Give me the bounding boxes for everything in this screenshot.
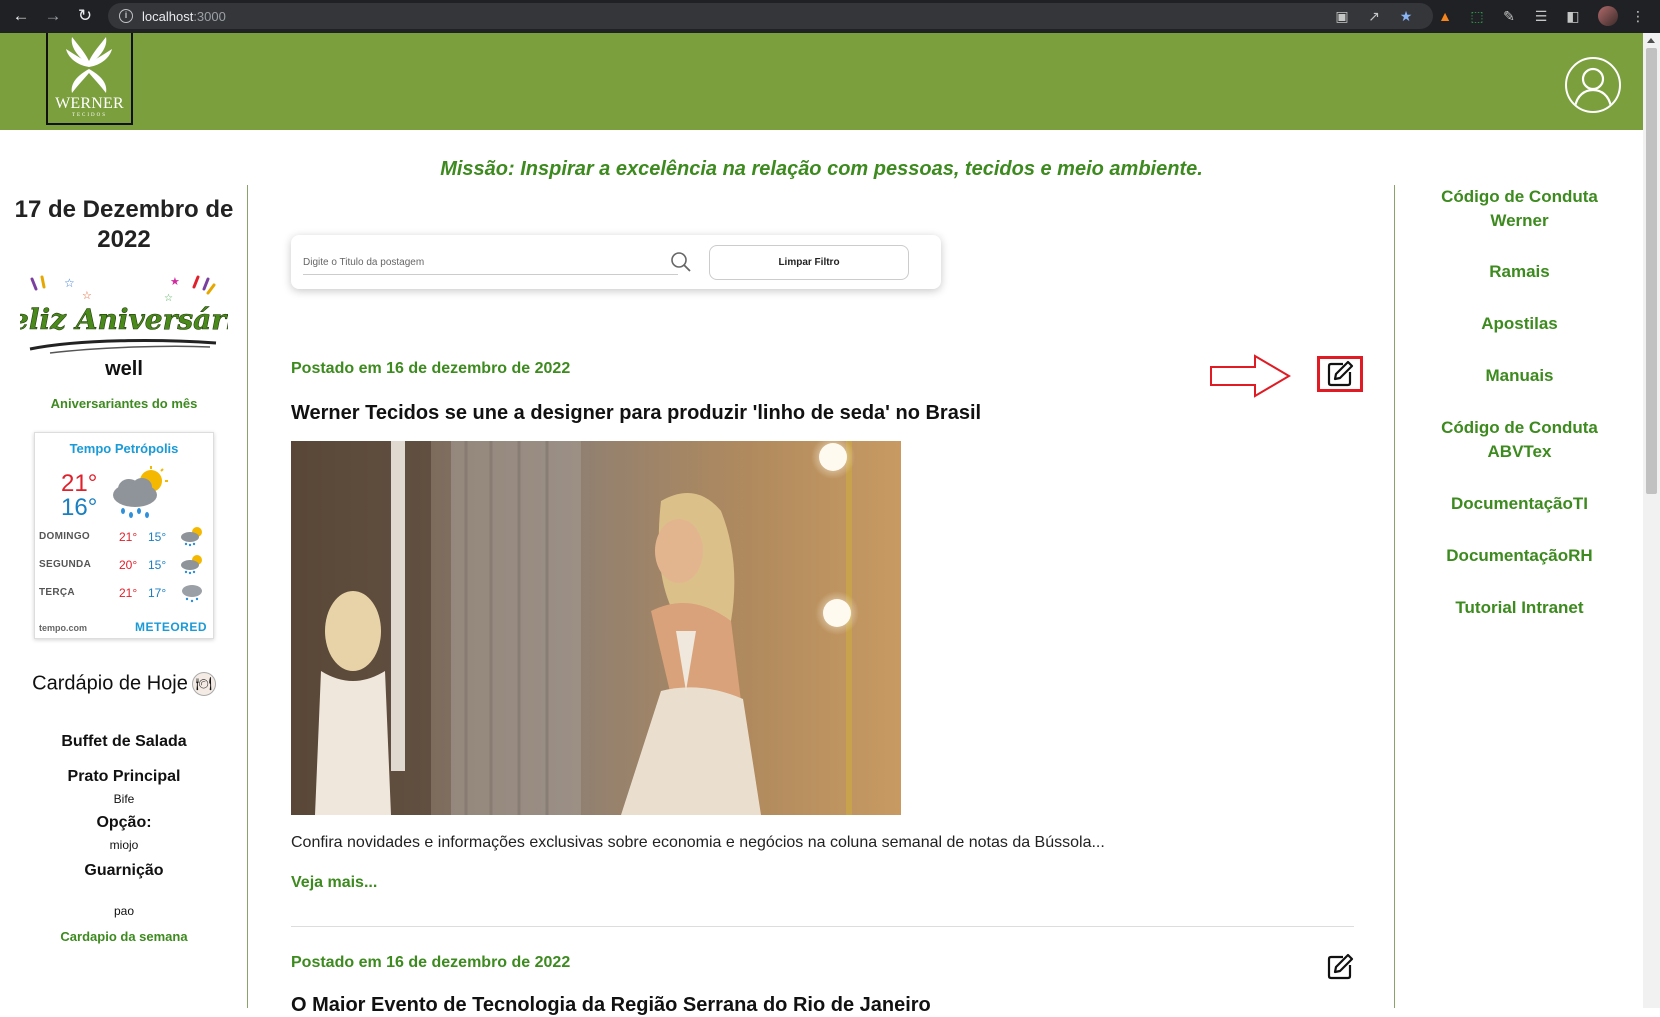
annotation-arrow-icon [1210, 354, 1291, 398]
url-text: localhost:3000 [142, 8, 226, 24]
weather-source[interactable]: tempo.com [39, 623, 87, 633]
menu-side-value: pao [113, 904, 135, 918]
left-sidebar: 17 de Dezembro de 2022 ☆ ☆ ★ ☆ Feliz Ani… [0, 185, 256, 1008]
menu-title-text: Cardápio de Hoje [32, 672, 188, 695]
post-summary: Confira novidades e informações exclusiv… [291, 834, 1105, 851]
food-plate-icon: 🍽 [191, 672, 216, 696]
forecast-high: 21° [119, 586, 138, 600]
forecast-high: 20° [119, 558, 138, 572]
search-icon[interactable] [670, 251, 692, 273]
scrollbar-thumb[interactable] [1646, 48, 1657, 494]
feliz-aniversario-image: ☆ ☆ ★ ☆ Feliz Aniversário [0, 269, 256, 359]
post-divider [291, 926, 1354, 927]
logo-text: WERNER [55, 95, 124, 112]
link-ramais[interactable]: Ramais [1395, 260, 1644, 284]
meteored-logo[interactable]: METEORED [135, 620, 207, 634]
media-queue-icon[interactable]: ☰ [1533, 8, 1549, 24]
search-panel: Limpar Filtro [291, 235, 941, 289]
link-documentacao-ti[interactable]: DocumentaçãoTI [1395, 492, 1644, 516]
forecast-low: 17° [148, 586, 167, 600]
date-line-2: 2022 [97, 226, 151, 253]
site-header: WERNER TECIDOS [0, 33, 1643, 130]
edit-post-icon[interactable] [1326, 360, 1354, 388]
forecast-day: SEGUNDA [39, 559, 92, 570]
metamask-icon[interactable]: ▲ [1437, 8, 1453, 24]
menu-option-value: miojo [109, 838, 139, 852]
cloudy-rain-icon [182, 585, 202, 603]
weekly-menu-link[interactable]: Cardapio da semana [0, 929, 248, 944]
reload-icon[interactable]: ↻ [76, 7, 94, 25]
forecast-day: TERÇA [39, 587, 75, 598]
forecast-low: 15° [148, 558, 167, 572]
link-codigo-conduta-abvtex[interactable]: Código de Conduta ABVTex [1395, 416, 1644, 464]
werner-logo[interactable]: WERNER TECIDOS [46, 33, 133, 125]
forecast-row: DOMINGO 21° 15° [39, 525, 211, 549]
extension-dotted-icon[interactable]: ⬚ [1469, 8, 1485, 24]
scroll-up-arrow-icon[interactable] [1647, 38, 1655, 43]
post-title[interactable]: O Maior Evento de Tecnologia da Região S… [291, 994, 931, 1017]
link-codigo-conduta-werner[interactable]: Código de Conduta Werner [1395, 185, 1644, 233]
page-scrollbar[interactable] [1643, 33, 1660, 1008]
translate-icon[interactable]: ▣ [1334, 8, 1350, 24]
date-line-1: 17 de Dezembro de [14, 196, 234, 223]
post-title-search-input[interactable] [303, 250, 678, 275]
bookmark-star-icon[interactable]: ★ [1398, 8, 1414, 24]
svg-text:☆: ☆ [82, 290, 92, 302]
birthdays-of-month-link[interactable]: Aniversariantes do mês [0, 396, 248, 411]
extensions-puzzle-icon[interactable]: ✎ [1501, 8, 1517, 24]
link-manuais[interactable]: Manuais [1395, 364, 1644, 388]
side-panel-icon[interactable]: ◧ [1565, 8, 1581, 24]
link-apostilas[interactable]: Apostilas [1395, 312, 1644, 336]
forecast-high: 21° [119, 530, 138, 544]
forecast-day: DOMINGO [39, 531, 90, 542]
post-title[interactable]: Werner Tecidos se une a designer para pr… [291, 402, 981, 425]
address-bar[interactable]: i localhost:3000 [108, 3, 1433, 29]
birthday-person-name: well [105, 358, 143, 380]
logo-subtext: TECIDOS [71, 113, 108, 118]
user-account-icon[interactable] [1565, 57, 1621, 113]
forecast-low: 15° [148, 530, 167, 544]
post-date: Postado em 16 de dezembro de 2022 [291, 360, 571, 377]
today-date: 17 de Dezembro de 2022 [0, 195, 248, 255]
back-icon[interactable]: ← [12, 7, 30, 25]
svg-text:☆: ☆ [64, 276, 75, 290]
edit-post-icon[interactable] [1326, 953, 1354, 981]
mission-statement: Missão: Inspirar a excelência na relação… [440, 158, 1203, 180]
weather-widget[interactable]: Tempo Petrópolis 21° 16° DOMINGO 21° 15°… [34, 432, 214, 639]
link-documentacao-rh[interactable]: DocumentaçãoRH [1395, 544, 1644, 568]
post-date: Postado em 16 de dezembro de 2022 [291, 954, 571, 971]
rain-sun-cloud-icon [113, 466, 168, 518]
weather-low-today: 16° [61, 494, 98, 521]
partly-cloudy-rain-icon [181, 555, 202, 575]
site-info-icon[interactable]: i [119, 9, 133, 23]
menu-main-value: Bife [113, 792, 135, 806]
menu-option-label: Opção: [96, 814, 152, 831]
forecast-row: TERÇA 21° 17° [39, 581, 211, 605]
menu-main-label: Prato Principal [67, 768, 181, 785]
more-menu-icon[interactable]: ⋮ [1630, 8, 1646, 24]
menu-side-label: Guarnição [84, 862, 164, 879]
right-sidebar: Código de Conduta Werner Ramais Apostila… [1394, 185, 1643, 1008]
browser-toolbar: ← → ↻ i localhost:3000 ▣ ↗ ★ ▲ ⬚ ✎ ☰ ◧ ⋮ [0, 0, 1660, 33]
profile-avatar[interactable] [1598, 6, 1618, 26]
svg-text:★: ★ [170, 276, 180, 288]
svg-text:Feliz Aniversário: Feliz Aniversário [20, 303, 228, 336]
forecast-row: SEGUNDA 20° 15° [39, 553, 211, 577]
partly-cloudy-rain-icon [181, 527, 202, 547]
forward-icon[interactable]: → [44, 7, 62, 25]
share-icon[interactable]: ↗ [1366, 8, 1382, 24]
menu-salad: Buffet de Salada [61, 733, 187, 750]
post-image[interactable] [291, 441, 901, 815]
clear-filter-button[interactable]: Limpar Filtro [709, 245, 909, 280]
read-more-link[interactable]: Veja mais... [291, 874, 377, 892]
todays-menu-title: Cardápio de Hoje 🍽 [0, 672, 248, 696]
link-tutorial-intranet[interactable]: Tutorial Intranet [1395, 596, 1644, 620]
weather-title[interactable]: Tempo Petrópolis [35, 441, 213, 456]
